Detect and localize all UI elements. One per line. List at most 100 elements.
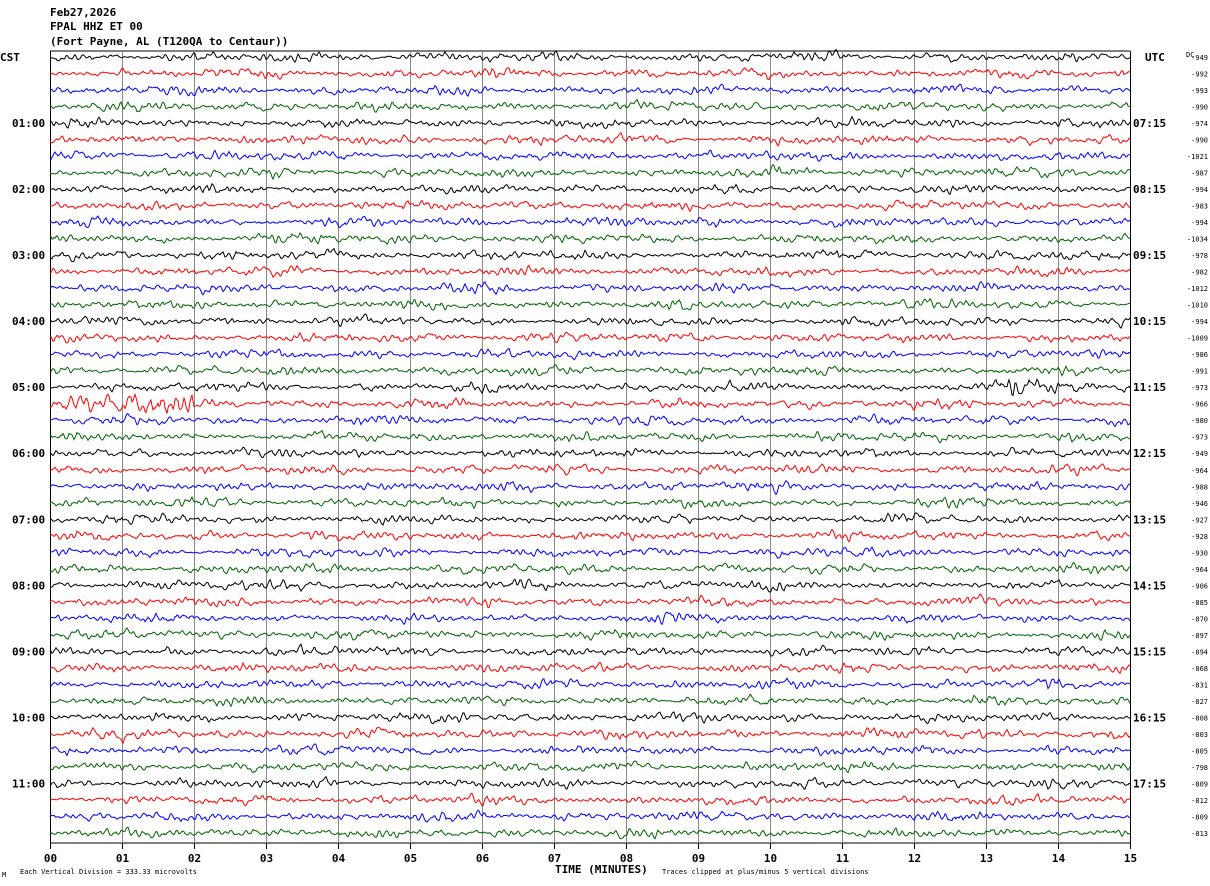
trace-8 [49, 182, 1130, 196]
trace-38 [49, 677, 1131, 690]
left-hour-label: 01:00 [12, 117, 45, 130]
dc-offset-label: -946 [1191, 500, 1208, 508]
dc-offset-label: -966 [1191, 401, 1208, 409]
dc-offset-label: -973 [1191, 434, 1208, 442]
right-hour-label: 12:15 [1133, 447, 1166, 460]
trace-11 [49, 232, 1131, 246]
dc-offset-label: -1021 [1187, 153, 1208, 161]
dc-offset-label: -991 [1191, 368, 1208, 376]
trace-23 [49, 429, 1131, 444]
dc-offset-label: -990 [1191, 104, 1208, 112]
dc-offset-label: -930 [1191, 549, 1208, 557]
dc-offset-label: -870 [1191, 615, 1208, 623]
dc-offset-label: -894 [1191, 648, 1208, 656]
trace-19 [49, 363, 1131, 377]
dc-offset-label: -994 [1191, 186, 1208, 194]
trace-35 [49, 627, 1131, 642]
dc-offset-label: -964 [1191, 467, 1208, 475]
dc-offset-label: -949 [1191, 450, 1208, 458]
right-hour-label: 14:15 [1133, 579, 1166, 592]
dc-offset-label: -978 [1191, 252, 1208, 260]
dc-offset-label: -827 [1191, 698, 1208, 706]
dc-offset-label: -831 [1191, 681, 1208, 689]
traces [49, 48, 1131, 840]
trace-24 [49, 446, 1131, 459]
right-hour-label: 11:15 [1133, 381, 1166, 394]
dc-offset-label: -992 [1191, 71, 1208, 79]
x-tick-label: 15 [1124, 852, 1137, 865]
trace-28 [50, 512, 1131, 527]
left-hour-label: 11:00 [12, 777, 45, 790]
left-hour-label: 10:00 [12, 711, 45, 724]
trace-3 [49, 98, 1131, 113]
dc-offset-label: -809 [1191, 813, 1208, 821]
trace-34 [49, 611, 1131, 626]
x-tick-label: 02 [188, 852, 201, 865]
x-tick-label: 12 [908, 852, 921, 865]
x-axis-title: TIME (MINUTES) [555, 863, 648, 876]
left-hour-label: 07:00 [12, 513, 45, 526]
x-tick-label: 00 [44, 852, 57, 865]
trace-41 [49, 726, 1131, 745]
trace-26 [49, 479, 1131, 496]
dc-offset-label: -798 [1191, 764, 1208, 772]
x-tick-label: 10 [764, 852, 777, 865]
trace-33 [49, 593, 1131, 609]
x-tick-label: 06 [476, 852, 490, 865]
dc-offset-label: -994 [1191, 219, 1208, 227]
trace-36 [49, 643, 1131, 657]
right-hour-label: 16:15 [1133, 711, 1166, 724]
x-tick-label: 04 [332, 852, 346, 865]
trace-25 [49, 463, 1131, 477]
dc-offset-label: -1012 [1187, 285, 1208, 293]
right-hour-label: 09:15 [1133, 249, 1166, 262]
trace-30 [49, 546, 1131, 559]
right-hour-label: 10:15 [1133, 315, 1166, 328]
right-hour-label: 08:15 [1133, 183, 1166, 196]
dc-offset-label: -1034 [1187, 236, 1208, 244]
right-hour-label: 13:15 [1133, 513, 1166, 526]
dc-offset-label: -803 [1191, 731, 1208, 739]
left-hour-label: 06:00 [12, 447, 45, 460]
trace-2 [49, 83, 1131, 97]
dc-offset-label: -980 [1191, 417, 1208, 425]
dc-offset-label: -906 [1191, 582, 1208, 590]
trace-44 [49, 775, 1131, 791]
dc-offset-label: -808 [1191, 714, 1208, 722]
x-axis: 00 01 02 03 04 05 06 07 08 09 10 11 12 13 14 15 [44, 843, 1137, 865]
trace-13 [49, 264, 1131, 279]
trace-42 [49, 743, 1131, 757]
left-hour-label: 04:00 [12, 315, 45, 328]
dc-offset-label: -1009 [1187, 335, 1208, 343]
trace-43 [49, 760, 1131, 774]
trace-18 [49, 347, 1131, 361]
trace-32 [49, 578, 1131, 593]
dc-offset-label: -993 [1191, 87, 1208, 95]
trace-46 [49, 809, 1131, 823]
date-label: Feb27,2026 [50, 6, 117, 19]
x-tick-label: 09 [692, 852, 705, 865]
trace-37 [49, 661, 1131, 675]
dc-offset-label: -885 [1191, 599, 1208, 607]
trace-27 [49, 495, 1131, 510]
corner-mark: M [2, 871, 6, 879]
x-tick-label: 13 [980, 852, 993, 865]
trace-12 [49, 247, 1131, 263]
dc-offset-label: -994 [1191, 318, 1208, 326]
dc-offset-label: -974 [1191, 120, 1208, 128]
right-timezone-label: UTC [1145, 51, 1165, 64]
trace-17 [49, 331, 1131, 344]
trace-22 [49, 413, 1131, 428]
trace-10 [49, 215, 1131, 229]
dc-offset-label: -812 [1191, 797, 1208, 805]
left-hour-label: 03:00 [12, 249, 45, 262]
dc-offset-label: -949 [1191, 54, 1208, 62]
helicorder-plot: Feb27,2026 FPAL HHZ ET 00 (Fort Payne, A… [0, 6, 1208, 879]
trace-40 [49, 711, 1131, 725]
dc-offset-label: -927 [1191, 516, 1208, 524]
dc-offset-label: -988 [1191, 483, 1208, 491]
hour-labels: -949 -992 -993 -990 -974 01:00 07:15 -990 -1021 -… [12, 54, 1208, 838]
trace-47 [49, 826, 1131, 840]
dc-offset-label: -868 [1191, 665, 1208, 673]
clip-note: Traces clipped at plus/minus 5 vertical … [662, 868, 869, 876]
